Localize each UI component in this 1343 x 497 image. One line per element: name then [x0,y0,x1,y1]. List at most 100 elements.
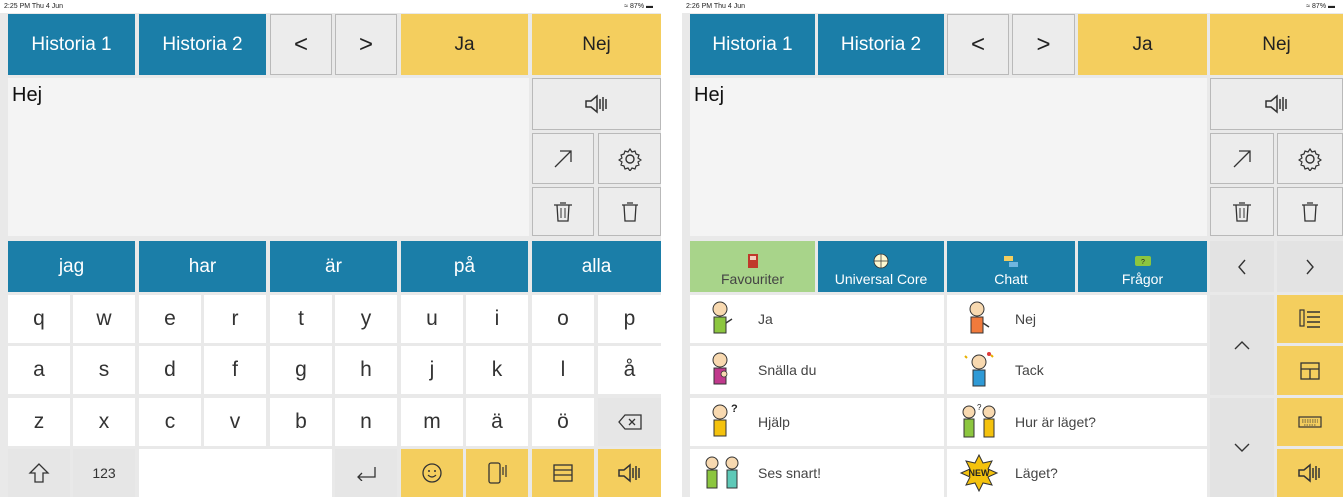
category-label: Frågor [1121,271,1164,287]
list-pencil-icon [1298,308,1322,330]
letter-key[interactable]: ö [532,398,594,446]
prediction-4[interactable]: på [401,241,528,292]
phrase-button[interactable]: Ses snart! [690,449,944,497]
history-1-button[interactable]: Historia 1 [690,14,815,75]
person-no-icon [957,298,1001,340]
delete-word-button[interactable] [1210,187,1274,236]
question-bubble-icon: ? [1134,255,1152,269]
letter-key[interactable]: u [401,295,463,343]
speak-button[interactable] [532,78,661,130]
return-key[interactable] [335,449,397,497]
letter-key[interactable]: j [401,346,463,394]
speak-key[interactable] [598,449,661,497]
letter-key[interactable]: p [598,295,661,343]
letter-key[interactable]: q [8,295,70,343]
prediction-5[interactable]: alla [532,241,661,292]
letter-key[interactable]: d [139,346,201,394]
category-questions[interactable]: ? Frågor [1078,241,1207,292]
delete-word-button[interactable] [532,187,594,236]
history-next-button[interactable]: > [335,14,397,75]
history-prev-button[interactable]: < [947,14,1009,75]
letter-key[interactable]: z [8,398,70,446]
history-2-button[interactable]: Historia 2 [818,14,944,75]
share-button[interactable] [1210,133,1274,184]
history-1-button[interactable]: Historia 1 [8,14,135,75]
letter-key[interactable]: x [73,398,135,446]
letter-key[interactable]: o [532,295,594,343]
yes-button[interactable]: Ja [401,14,528,75]
backspace-key[interactable] [598,398,661,446]
phrase-label: Nej [1015,311,1037,327]
category-universal-core[interactable]: Universal Core [818,241,944,292]
history-next-button[interactable]: > [1012,14,1075,75]
speak-button[interactable] [1210,78,1343,130]
share-button[interactable] [532,133,594,184]
grid-view-button[interactable] [1277,346,1343,395]
letter-key[interactable]: å [598,346,661,394]
numbers-key[interactable]: 123 [73,449,135,497]
letter-key[interactable]: r [204,295,266,343]
letter-key[interactable]: w [73,295,135,343]
person-yes-icon [700,298,744,340]
letter-key[interactable]: b [270,398,332,446]
keyboard-icon [1298,415,1322,429]
phrase-button[interactable]: Snälla du [690,346,944,394]
letter-key[interactable]: l [532,346,594,394]
letter-key[interactable]: m [401,398,463,446]
letter-key[interactable]: h [335,346,397,394]
status-bar: 2:26 PM Thu 4 Jun ≈ 87% ▬ [682,0,1343,13]
prediction-2[interactable]: har [139,241,266,292]
category-next-button[interactable] [1277,241,1343,292]
space-key[interactable] [139,449,332,497]
message-text: Hej [12,84,43,106]
letter-key[interactable]: n [335,398,397,446]
clear-button[interactable] [598,187,661,236]
category-prev-button[interactable] [1210,241,1274,292]
scroll-down-button[interactable] [1210,398,1274,497]
prediction-1[interactable]: jag [8,241,135,292]
message-window[interactable]: Hej [690,78,1207,236]
history-prev-button[interactable]: < [270,14,332,75]
letter-key[interactable]: y [335,295,397,343]
phrase-button[interactable]: Nej [947,295,1207,343]
speak-key[interactable] [1277,449,1343,497]
layout-key[interactable] [532,449,594,497]
clear-button[interactable] [1277,187,1343,236]
letter-key[interactable]: v [204,398,266,446]
arrow-up-right-icon [1230,147,1254,171]
scroll-up-button[interactable] [1210,295,1274,395]
prediction-3[interactable]: är [270,241,397,292]
letter-key[interactable]: a [8,346,70,394]
shift-arrow-icon [28,462,50,484]
letter-key[interactable]: i [466,295,528,343]
yes-button[interactable]: Ja [1078,14,1207,75]
keyboard-button[interactable] [1277,398,1343,446]
letter-key[interactable]: t [270,295,332,343]
message-window[interactable]: Hej [8,78,529,236]
category-label: Chatt [994,271,1028,287]
shift-key[interactable] [8,449,70,497]
letter-key[interactable]: g [270,346,332,394]
letter-key[interactable]: e [139,295,201,343]
letter-key[interactable]: s [73,346,135,394]
device-key[interactable] [466,449,528,497]
no-button[interactable]: Nej [532,14,661,75]
history-2-button[interactable]: Historia 2 [139,14,266,75]
no-button[interactable]: Nej [1210,14,1343,75]
emoji-key[interactable] [401,449,463,497]
category-chat[interactable]: Chatt [947,241,1075,292]
letter-key[interactable]: f [204,346,266,394]
phrase-button[interactable]: NEW Läget? [947,449,1207,497]
phrase-button[interactable]: Tack [947,346,1207,394]
letter-key[interactable]: ä [466,398,528,446]
category-favourites[interactable]: Favouriter [690,241,815,292]
letter-key[interactable]: c [139,398,201,446]
settings-button[interactable] [598,133,661,184]
letter-key[interactable]: k [466,346,528,394]
word-list-button[interactable] [1277,295,1343,343]
phrase-button[interactable]: Ja [690,295,944,343]
phrase-button[interactable]: ? Hjälp [690,398,944,446]
new-badge-icon: NEW [957,452,1001,494]
settings-button[interactable] [1277,133,1343,184]
phrase-button[interactable]: ? Hur är läget? [947,398,1207,446]
